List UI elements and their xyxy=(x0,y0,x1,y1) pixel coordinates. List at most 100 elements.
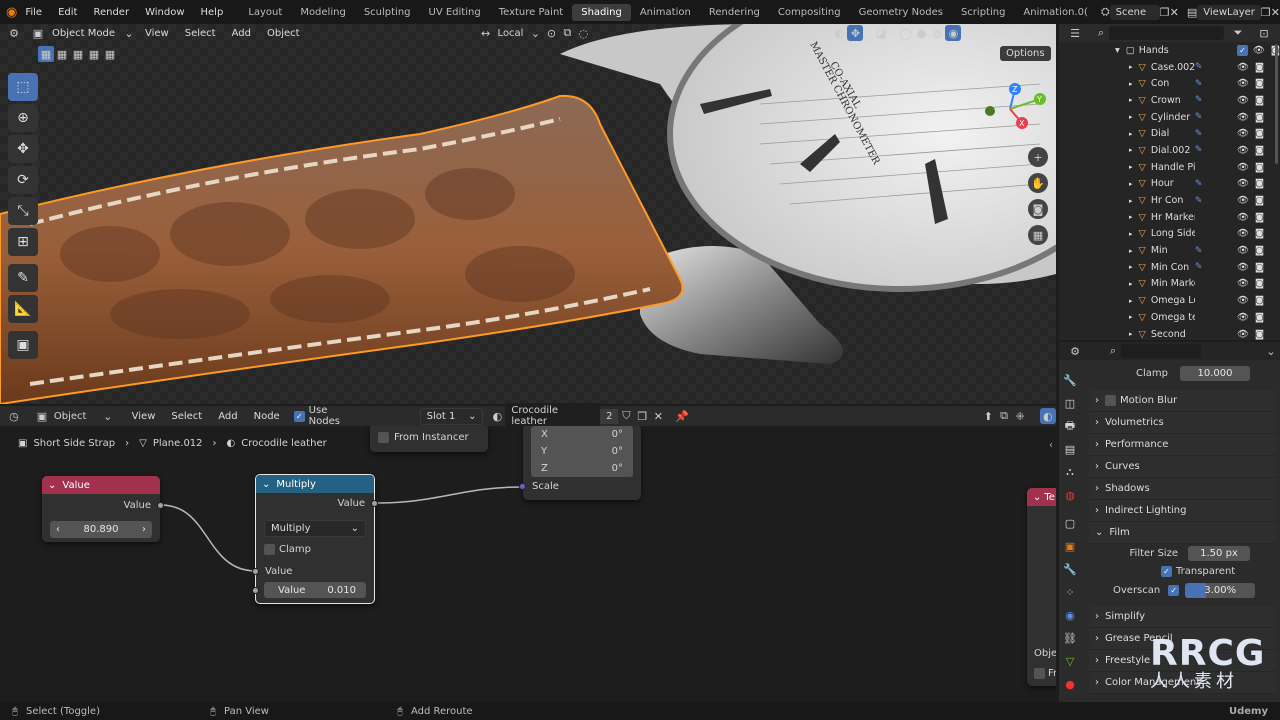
render-camera-icon[interactable]: ◙ xyxy=(1255,145,1264,156)
object-mode-dropdown[interactable]: Object Mode xyxy=(46,26,121,41)
zoom-icon[interactable]: + xyxy=(1028,147,1048,167)
menu-help[interactable]: Help xyxy=(193,7,232,18)
transform-tool[interactable]: ⊞ xyxy=(8,228,38,256)
outliner-item[interactable]: ▸ ▽ Case.002 ✎ 👁 ◙ xyxy=(1059,59,1280,76)
collapse-chevron-icon[interactable]: ⌄ xyxy=(48,480,56,491)
outliner-item[interactable]: ▸ ▽ Omega Logo 👁 ◙ xyxy=(1059,292,1280,309)
expand-arrow-icon[interactable]: ▸ xyxy=(1129,113,1133,121)
workspace-tab-rendering[interactable]: Rendering xyxy=(700,4,769,21)
panel-chevron-icon[interactable]: › xyxy=(1095,655,1099,666)
gizmo-toggle-icon[interactable]: ✥ xyxy=(847,25,864,41)
multiply-output-socket[interactable] xyxy=(371,500,378,507)
parent-node-icon[interactable]: ⬆ xyxy=(980,408,996,424)
unlink-material-icon[interactable]: ✕ xyxy=(650,408,666,424)
select-invert-icon[interactable]: ▦ xyxy=(86,46,102,62)
new-collection-icon[interactable]: ⊡ xyxy=(1256,25,1272,41)
view-layer-icon[interactable]: ▤ xyxy=(1187,4,1197,20)
scene-field[interactable]: Scene xyxy=(1109,4,1160,20)
outliner-item[interactable]: ▸ ▽ Omega text L 👁 ◙ xyxy=(1059,309,1280,326)
rotation-z-value[interactable]: 0° xyxy=(612,463,623,474)
mapping-node[interactable]: X 0° Y 0° Z 0° Scale xyxy=(519,426,641,500)
workspace-tab-animation-0-[interactable]: Animation.0( xyxy=(1014,4,1096,21)
texture-coordinate-node[interactable]: From Instancer xyxy=(370,426,488,452)
expand-arrow-icon[interactable]: ▸ xyxy=(1129,313,1133,321)
render-camera-icon[interactable]: ◙ xyxy=(1255,228,1264,239)
expand-arrow-icon[interactable]: ▸ xyxy=(1129,180,1133,188)
view-layer-tab-icon[interactable]: ▤ xyxy=(1059,438,1081,460)
visibility-eye-icon[interactable]: 👁 xyxy=(1253,45,1265,56)
render-camera-icon[interactable]: ◙ xyxy=(1255,195,1264,206)
duplicate-material-icon[interactable]: ❐ xyxy=(634,408,650,424)
view-layer-field[interactable]: ViewLayer xyxy=(1197,4,1261,20)
world-tab-icon[interactable]: ◍ xyxy=(1059,484,1081,506)
rendered-shading-icon[interactable]: ◉ xyxy=(945,25,962,41)
texture-node-checkbox[interactable] xyxy=(1034,668,1045,679)
editor-type-icon[interactable]: ⚙ xyxy=(6,25,22,41)
visibility-eye-icon[interactable]: 👁 xyxy=(1237,112,1249,123)
snap-icon[interactable]: ⧉ xyxy=(996,408,1012,424)
constraints-tab-icon[interactable]: ⛓ xyxy=(1059,627,1081,649)
properties-editor-icon[interactable]: ⚙ xyxy=(1067,343,1083,359)
outliner-item[interactable]: ▸ ▽ Second 👁 ◙ xyxy=(1059,326,1280,343)
shader-type-dropdown[interactable]: Object xyxy=(50,411,100,422)
render-camera-icon[interactable]: ◙ xyxy=(1255,162,1264,173)
panel-curves[interactable]: › Curves xyxy=(1089,456,1276,478)
expand-arrow-icon[interactable]: ▸ xyxy=(1129,130,1133,138)
visibility-eye-icon[interactable]: 👁 xyxy=(1237,128,1249,139)
motion-blur-checkbox[interactable] xyxy=(1105,395,1116,406)
workspace-tab-layout[interactable]: Layout xyxy=(239,4,291,21)
expand-arrow-icon[interactable]: ▸ xyxy=(1129,146,1133,154)
collection-checkbox[interactable]: ✓ xyxy=(1237,44,1248,56)
outliner-item[interactable]: ▸ ▽ Con ✎ 👁 ◙ xyxy=(1059,75,1280,92)
outliner-item[interactable]: ▸ ▽ Min Con ✎ 👁 ◙ xyxy=(1059,259,1280,276)
expand-arrow-icon[interactable]: ▸ xyxy=(1129,63,1133,71)
node-menu-view[interactable]: View xyxy=(124,411,164,422)
visibility-eye-icon[interactable]: 👁 xyxy=(1237,228,1249,239)
object-tab-icon[interactable]: ▣ xyxy=(1059,535,1081,557)
wireframe-shading-icon[interactable]: ◯ xyxy=(897,25,913,41)
select-subtract-icon[interactable]: ▦ xyxy=(70,46,86,62)
panel-chevron-icon[interactable]: › xyxy=(1095,461,1099,472)
render-camera-icon[interactable]: ◙ xyxy=(1255,112,1264,123)
panel-film[interactable]: ⌄ Film xyxy=(1089,522,1276,544)
outliner-item[interactable]: ▸ ▽ Handle Pin 👁 ◙ xyxy=(1059,159,1280,176)
rotation-y-value[interactable]: 0° xyxy=(612,446,623,457)
workspace-tab-geometry-nodes[interactable]: Geometry Nodes xyxy=(850,4,952,21)
value-node-header[interactable]: ⌄ Value xyxy=(42,476,160,494)
second-value-field[interactable]: Value 0.010 xyxy=(264,582,366,598)
select-intersect-icon[interactable]: ▦ xyxy=(102,46,118,62)
visibility-eye-icon[interactable]: 👁 xyxy=(1237,78,1249,89)
physics-tab-icon[interactable]: ◉ xyxy=(1059,604,1081,626)
proportional-edit-icon[interactable]: ◌ xyxy=(575,25,591,41)
panel-chevron-icon[interactable]: › xyxy=(1095,417,1099,428)
overscan-checkbox[interactable]: ✓ xyxy=(1168,584,1180,596)
menu-render[interactable]: Render xyxy=(85,7,137,18)
filter-size-field[interactable]: 1.50 px xyxy=(1188,545,1250,561)
visibility-eye-icon[interactable]: 👁 xyxy=(1237,329,1249,340)
pan-hand-icon[interactable]: ✋ xyxy=(1028,173,1048,193)
workspace-tab-compositing[interactable]: Compositing xyxy=(769,4,850,21)
render-camera-icon[interactable]: ◙ xyxy=(1255,295,1264,306)
rotate-tool[interactable]: ⟳ xyxy=(8,166,38,194)
collapse-chevron-icon[interactable]: ⌄ xyxy=(1033,492,1041,503)
clamp-field[interactable]: 10.000 xyxy=(1180,365,1250,381)
close-scene-icon[interactable]: ✕ xyxy=(1170,4,1179,20)
expand-arrow-icon[interactable]: ▸ xyxy=(1129,263,1133,271)
pin-icon[interactable]: 📌 xyxy=(674,408,690,424)
visibility-eye-icon[interactable]: 👁 xyxy=(1237,178,1249,189)
decrement-arrow-icon[interactable]: ‹ xyxy=(56,524,60,535)
panel-chevron-icon[interactable]: › xyxy=(1095,395,1099,406)
viewport-3d[interactable]: CO-AXIAL MASTER CHRONOMETER ⚙ ▣ Object M… xyxy=(0,24,1056,404)
fake-user-shield-icon[interactable]: ⛉ xyxy=(618,408,634,424)
transparent-checkbox[interactable]: ✓ xyxy=(1161,565,1172,577)
cursor-tool[interactable]: ⊕ xyxy=(8,104,38,132)
material-browse-icon[interactable]: ◐ xyxy=(489,408,505,424)
collapse-chevron-icon[interactable]: ⌄ xyxy=(262,479,270,490)
panel-indirect-lighting[interactable]: › Indirect Lighting xyxy=(1089,500,1276,522)
expand-arrow-icon[interactable]: ▸ xyxy=(1129,96,1133,104)
workspace-tab-texture-paint[interactable]: Texture Paint xyxy=(490,4,573,21)
outliner-editor-icon[interactable]: ☰ xyxy=(1067,25,1083,41)
panel-chevron-icon[interactable]: ⌄ xyxy=(1095,527,1103,538)
rotation-x-value[interactable]: 0° xyxy=(612,429,623,440)
visibility-eye-icon[interactable]: 👁 xyxy=(1237,162,1249,173)
